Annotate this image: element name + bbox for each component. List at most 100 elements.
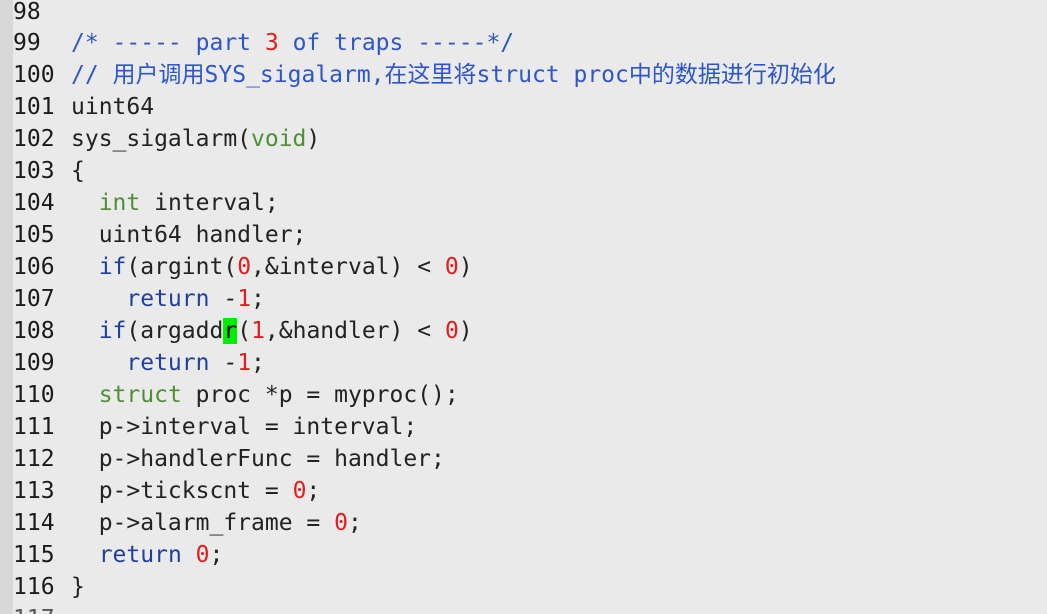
code-line[interactable]: 113 p->tickscnt = 0;: [13, 475, 320, 507]
line-number: 101: [13, 94, 55, 120]
code-text: p->alarm_frame = 0;: [71, 507, 362, 539]
code-text: p->handlerFunc = handler;: [71, 443, 445, 475]
code-text: p->interval = interval;: [71, 411, 418, 443]
code-token: uint64 handler;: [71, 222, 307, 248]
code-text: {: [71, 155, 85, 187]
line-number: 104: [13, 190, 55, 216]
code-text: uint64: [71, 91, 154, 123]
code-text: if(argaddr(1,&handler) < 0): [71, 315, 473, 347]
code-token: ): [306, 126, 321, 152]
code-line[interactable]: 112 p->handlerFunc = handler;: [13, 443, 445, 475]
code-line[interactable]: 107 return -1;: [13, 283, 265, 315]
code-line[interactable]: 99 /* ----- part 3 of traps -----*/: [13, 27, 514, 59]
code-line[interactable]: 116}: [13, 571, 85, 603]
code-token: p->alarm_frame =: [71, 510, 335, 536]
line-number: 102: [13, 126, 55, 152]
code-text: // 用户调用SYS_sigalarm,在这里将struct proc中的数据进…: [71, 59, 836, 91]
code-token: ;: [347, 510, 362, 536]
code-line[interactable]: 117: [13, 603, 71, 614]
line-number: 106: [13, 254, 55, 280]
code-text: if(argint(0,&interval) < 0): [71, 251, 473, 283]
code-token: proc *p = myproc();: [181, 382, 459, 408]
line-number: 99: [13, 30, 41, 56]
code-token: -: [209, 350, 238, 376]
code-line[interactable]: 106 if(argint(0,&interval) < 0): [13, 251, 473, 283]
code-text: p->tickscnt = 0;: [71, 475, 321, 507]
code-token: 0: [444, 318, 459, 344]
code-token: 0: [195, 542, 210, 568]
code-line[interactable]: 111 p->interval = interval;: [13, 411, 417, 443]
code-line[interactable]: 103 {: [13, 155, 85, 187]
code-line[interactable]: 109 return -1;: [13, 347, 265, 379]
line-number: 110: [13, 382, 55, 408]
code-token: struct: [98, 382, 182, 408]
code-token: {: [71, 158, 85, 184]
code-text: /* ----- part 3 of traps -----*/: [71, 27, 514, 59]
code-line[interactable]: 110 struct proc *p = myproc();: [13, 379, 459, 411]
code-line[interactable]: 115 return 0;: [13, 539, 223, 571]
code-token: ,&handler) <: [264, 318, 445, 344]
line-number: 116: [13, 574, 55, 600]
code-token: -: [209, 286, 238, 312]
code-line[interactable]: 104 int interval;: [13, 187, 279, 219]
code-text: struct proc *p = myproc();: [71, 379, 459, 411]
code-token: sys_sigalarm(: [71, 126, 252, 152]
code-token: /* ----- part: [71, 30, 265, 56]
code-editor[interactable]: 98 99/* ----- part 3 of traps -----*/100/…: [13, 0, 1047, 614]
text-cursor: r: [223, 318, 238, 344]
line-number: 114: [13, 510, 55, 536]
code-token: ;: [251, 286, 265, 312]
code-line[interactable]: 114 p->alarm_frame = 0;: [13, 507, 362, 539]
code-line[interactable]: 108 if(argaddr(1,&handler) < 0): [13, 315, 473, 347]
code-token: 0: [237, 254, 252, 280]
code-token: return: [126, 350, 210, 376]
code-token: (: [237, 318, 252, 344]
code-line[interactable]: 98: [13, 0, 71, 28]
code-token: ,&interval) <: [251, 254, 445, 280]
line-number: 111: [13, 414, 55, 440]
code-text: uint64 handler;: [71, 219, 307, 251]
line-number: 100: [13, 62, 55, 88]
code-line[interactable]: 101 uint64: [13, 91, 154, 123]
code-text: return 0;: [71, 539, 224, 571]
code-token: uint64: [71, 94, 155, 120]
code-text: sys_sigalarm(void): [71, 123, 320, 155]
code-line[interactable]: 102 sys_sigalarm(void): [13, 123, 320, 155]
code-line[interactable]: 105 uint64 handler;: [13, 219, 306, 251]
code-token: 1: [251, 318, 265, 344]
code-token: if: [98, 254, 127, 280]
code-token: 0: [292, 478, 307, 504]
code-token: p->interval = interval;: [71, 414, 418, 440]
code-token: 1: [237, 286, 252, 312]
code-token: if: [98, 318, 127, 344]
line-number: 107: [13, 286, 55, 312]
code-token: ;: [251, 350, 265, 376]
code-text: return -1;: [71, 347, 265, 379]
code-token: void: [251, 126, 307, 152]
code-token: p->tickscnt =: [71, 478, 293, 504]
code-text: int interval;: [71, 187, 279, 219]
code-token: return: [126, 286, 210, 312]
code-token: of traps -----*/: [278, 30, 515, 56]
code-text: return -1;: [71, 283, 265, 315]
code-token: (argint(: [126, 254, 238, 280]
line-number: 109: [13, 350, 55, 376]
line-number: 112: [13, 446, 55, 472]
code-token: 0: [444, 254, 459, 280]
line-number: 103: [13, 158, 55, 184]
code-token: p->handlerFunc = handler;: [71, 446, 445, 472]
line-number: 113: [13, 478, 55, 504]
line-number: 115: [13, 542, 55, 568]
code-token: 0: [334, 510, 348, 536]
code-token: // 用户调用SYS_sigalarm,在这里将struct proc中的数据进…: [71, 62, 836, 88]
code-token: }: [71, 574, 85, 600]
code-line[interactable]: 100 // 用户调用SYS_sigalarm,在这里将struct proc中的…: [13, 59, 836, 91]
code-token: interval;: [140, 190, 279, 216]
